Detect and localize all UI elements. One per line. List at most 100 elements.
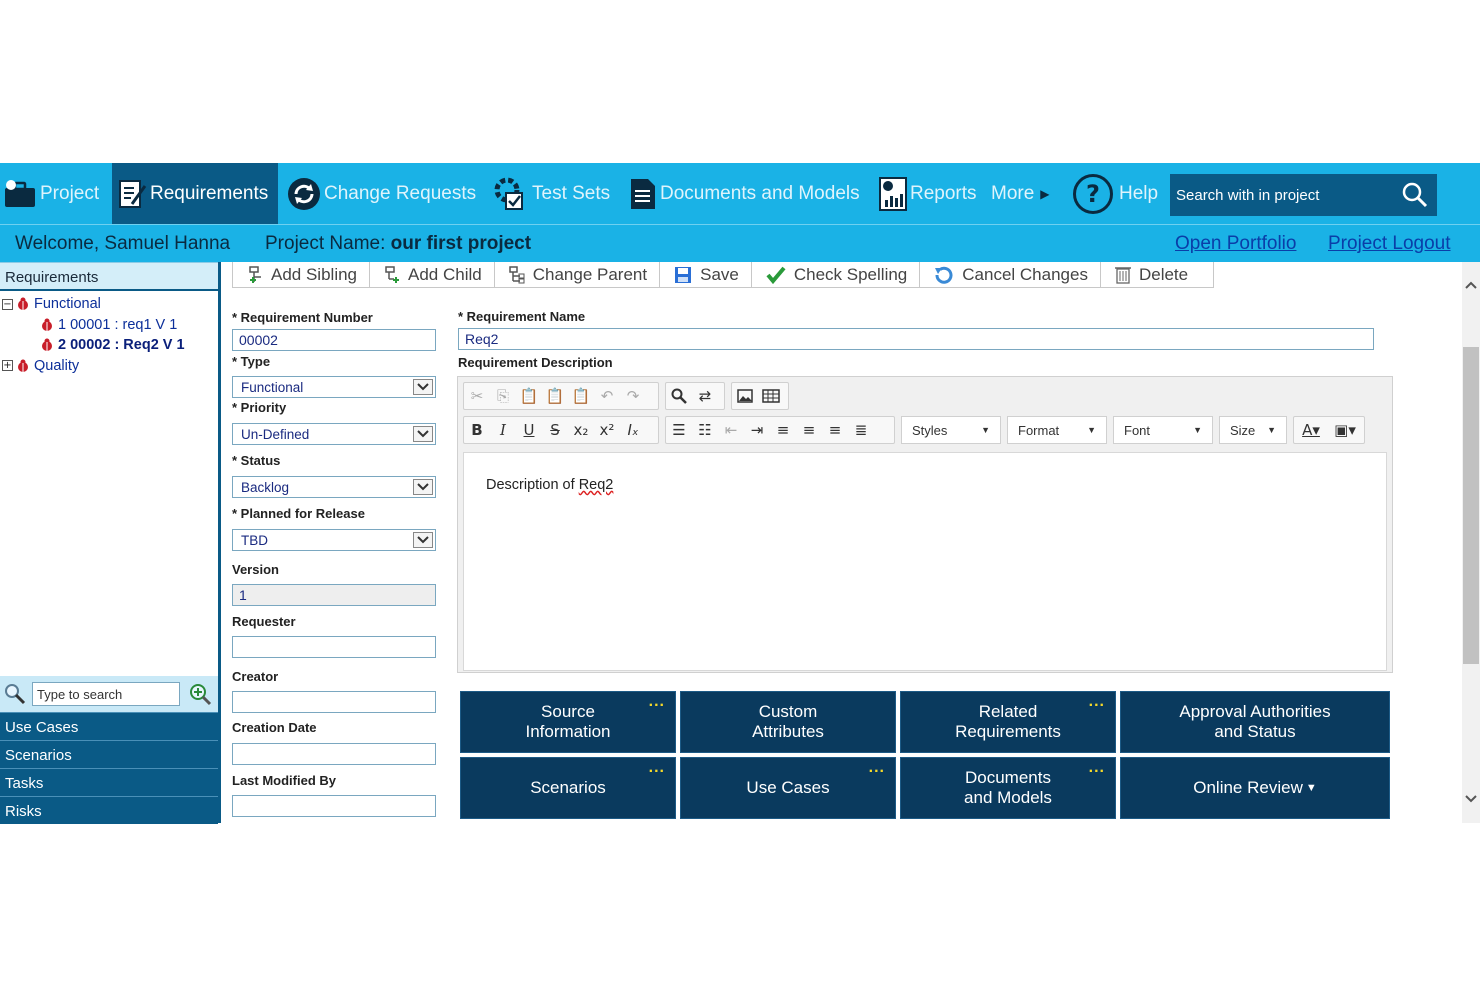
paste-word-icon[interactable]: 📋 bbox=[568, 383, 594, 409]
bulleted-list-icon[interactable]: ☷ bbox=[692, 417, 718, 443]
strikethrough-icon[interactable]: S bbox=[542, 417, 568, 443]
sidebar-search-input[interactable]: Type to search bbox=[32, 682, 180, 706]
zoom-add-icon[interactable] bbox=[184, 682, 216, 706]
font-combo[interactable]: Font ▼ bbox=[1113, 416, 1213, 444]
background-color-icon[interactable]: ▣▾ bbox=[1328, 417, 1362, 443]
requester-field[interactable] bbox=[232, 636, 436, 658]
sidebar-link-scenarios[interactable]: Scenarios bbox=[0, 740, 218, 768]
check-spelling-button[interactable]: Check Spelling bbox=[752, 262, 921, 287]
remove-format-icon[interactable]: Iₓ bbox=[620, 417, 646, 443]
scroll-down-icon[interactable] bbox=[1462, 790, 1480, 808]
italic-icon[interactable]: I bbox=[490, 417, 516, 443]
tile-label: Approval Authorities and Status bbox=[1179, 702, 1330, 742]
last-modified-field[interactable] bbox=[232, 795, 436, 817]
align-center-icon[interactable]: ≡ bbox=[796, 417, 822, 443]
vertical-scrollbar[interactable] bbox=[1462, 262, 1480, 823]
find-toolbar: ⇄ bbox=[665, 382, 725, 410]
nav-help[interactable]: ? Help bbox=[1073, 163, 1158, 224]
nav-reports[interactable]: Reports bbox=[878, 163, 977, 224]
size-combo[interactable]: Size ▼ bbox=[1219, 416, 1287, 444]
paste-icon[interactable]: 📋 bbox=[516, 383, 542, 409]
change-parent-button[interactable]: Change Parent bbox=[495, 262, 661, 287]
nav-change-requests[interactable]: Change Requests bbox=[286, 163, 476, 224]
change-parent-icon bbox=[508, 265, 525, 284]
nav-test-sets[interactable]: Test Sets bbox=[492, 163, 610, 224]
add-sibling-button[interactable]: Add Sibling bbox=[233, 262, 371, 287]
tree-node-quality[interactable]: + Quality bbox=[0, 356, 218, 377]
more-dots-icon[interactable]: ... bbox=[869, 758, 885, 778]
nav-test-sets-label: Test Sets bbox=[532, 182, 611, 204]
project-search-input[interactable]: Search with in project bbox=[1176, 187, 1393, 204]
req-number-field[interactable]: 00002 bbox=[232, 329, 436, 351]
nav-requirements[interactable]: Requirements bbox=[112, 163, 278, 224]
outdent-icon[interactable]: ⇤ bbox=[718, 417, 744, 443]
justify-icon[interactable]: ≣ bbox=[848, 417, 874, 443]
undo-icon[interactable]: ↶ bbox=[594, 383, 620, 409]
tile-related-requirements[interactable]: Related Requirements ... bbox=[900, 691, 1116, 753]
tree-node-label: 1 00001 : req1 V 1 bbox=[58, 316, 178, 333]
sidebar-link-tasks[interactable]: Tasks bbox=[0, 768, 218, 796]
expand-icon[interactable]: + bbox=[2, 360, 13, 372]
styles-combo[interactable]: Styles ▼ bbox=[901, 416, 1001, 444]
release-select[interactable]: TBD bbox=[232, 529, 436, 551]
more-dots-icon[interactable]: ... bbox=[649, 758, 665, 778]
req-name-field[interactable]: Req2 bbox=[458, 328, 1374, 350]
subscript-icon[interactable]: x₂ bbox=[568, 417, 594, 443]
align-right-icon[interactable]: ≡ bbox=[822, 417, 848, 443]
bold-icon[interactable]: B bbox=[464, 417, 490, 443]
replace-icon[interactable]: ⇄ bbox=[692, 383, 718, 409]
nav-documents-models[interactable]: Documents and Models bbox=[628, 163, 860, 224]
indent-icon[interactable]: ⇥ bbox=[744, 417, 770, 443]
numbered-list-icon[interactable]: ☰ bbox=[666, 417, 692, 443]
tile-approval-authorities[interactable]: Approval Authorities and Status bbox=[1120, 691, 1390, 753]
editor-content[interactable]: Description of Req2 bbox=[463, 452, 1387, 671]
redo-icon[interactable]: ↷ bbox=[620, 383, 646, 409]
chevron-down-icon bbox=[413, 479, 433, 495]
image-icon[interactable] bbox=[732, 383, 758, 409]
tile-online-review[interactable]: Online Review ▼ bbox=[1120, 757, 1390, 819]
scrollbar-thumb[interactable] bbox=[1463, 347, 1479, 664]
scroll-up-icon[interactable] bbox=[1462, 276, 1480, 294]
more-dots-icon[interactable]: ... bbox=[1089, 758, 1105, 778]
table-icon[interactable] bbox=[758, 383, 784, 409]
dropdown-arrow-icon: ▼ bbox=[1087, 425, 1096, 435]
sidebar-link-risks[interactable]: Risks bbox=[0, 796, 218, 824]
status-select[interactable]: Backlog bbox=[232, 476, 436, 498]
tile-source-information[interactable]: Source Information ... bbox=[460, 691, 676, 753]
priority-select[interactable]: Un-Defined bbox=[232, 423, 436, 445]
more-dots-icon[interactable]: ... bbox=[1089, 692, 1105, 712]
add-child-button[interactable]: Add Child bbox=[370, 262, 495, 287]
find-icon[interactable] bbox=[666, 383, 692, 409]
type-select[interactable]: Functional bbox=[232, 376, 436, 398]
collapse-icon[interactable]: − bbox=[2, 298, 13, 310]
tree-node-req1[interactable]: 1 00001 : req1 V 1 bbox=[0, 315, 218, 336]
superscript-icon[interactable]: x² bbox=[594, 417, 620, 443]
paste-text-icon[interactable]: 📋 bbox=[542, 383, 568, 409]
cancel-changes-button[interactable]: Cancel Changes bbox=[920, 262, 1101, 287]
sidebar-link-use-cases[interactable]: Use Cases bbox=[0, 712, 218, 740]
tree-node-req2[interactable]: 2 00002 : Req2 V 1 bbox=[0, 335, 218, 356]
search-icon[interactable] bbox=[1393, 174, 1437, 216]
tree-node-functional[interactable]: − Functional bbox=[0, 294, 218, 315]
align-left-icon[interactable]: ≡ bbox=[770, 417, 796, 443]
nav-project[interactable]: Project bbox=[0, 163, 112, 224]
tile-use-cases[interactable]: Use Cases ... bbox=[680, 757, 896, 819]
save-label: Save bbox=[700, 264, 739, 284]
copy-icon[interactable]: ⎘ bbox=[490, 383, 516, 409]
format-combo[interactable]: Format ▼ bbox=[1007, 416, 1107, 444]
tile-custom-attributes[interactable]: Custom Attributes bbox=[680, 691, 896, 753]
creator-field[interactable] bbox=[232, 691, 436, 713]
delete-button[interactable]: Delete bbox=[1101, 262, 1200, 287]
text-color-icon[interactable]: A▾ bbox=[1294, 417, 1328, 443]
open-portfolio-link[interactable]: Open Portfolio bbox=[1175, 233, 1296, 255]
project-search[interactable]: Search with in project bbox=[1170, 174, 1437, 216]
save-button[interactable]: Save bbox=[660, 262, 752, 287]
tile-scenarios[interactable]: Scenarios ... bbox=[460, 757, 676, 819]
underline-icon[interactable]: U bbox=[516, 417, 542, 443]
tile-documents-models[interactable]: Documents and Models ... bbox=[900, 757, 1116, 819]
project-logout-link[interactable]: Project Logout bbox=[1328, 233, 1451, 255]
cut-icon[interactable]: ✂ bbox=[464, 383, 490, 409]
creation-date-field[interactable] bbox=[232, 743, 436, 765]
more-dots-icon[interactable]: ... bbox=[649, 692, 665, 712]
nav-more[interactable]: More ▶ bbox=[991, 163, 1050, 224]
